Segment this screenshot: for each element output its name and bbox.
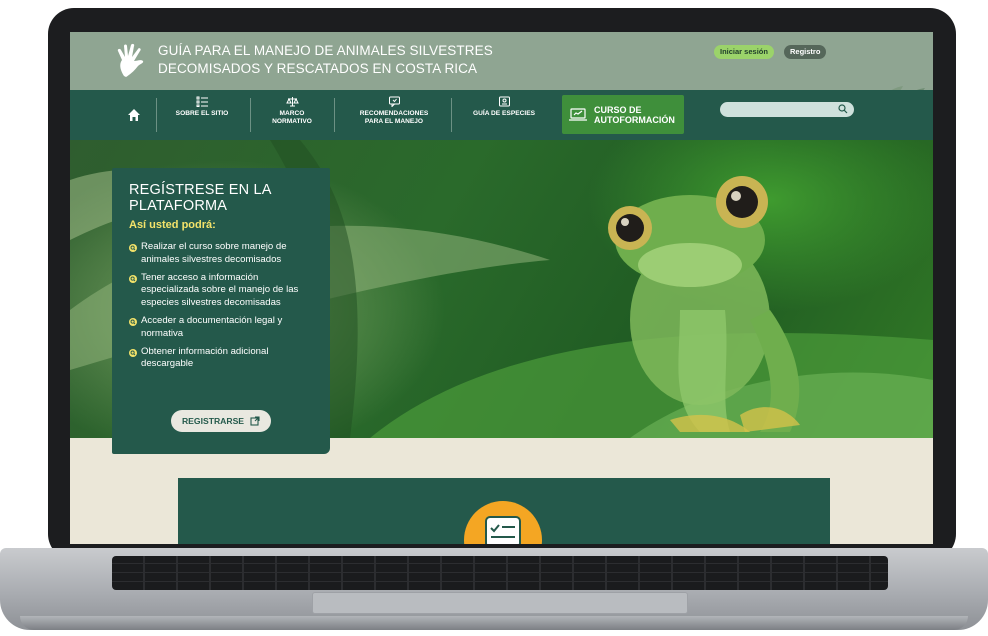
login-button[interactable]: Iniciar sesión	[714, 45, 774, 59]
search-bullet-icon	[129, 317, 137, 326]
registrarse-button[interactable]: REGISTRARSE	[171, 410, 271, 432]
laptop-trackpad	[312, 592, 688, 614]
nav-item-guia-de-especies[interactable]: GUÍA DE ESPECIES	[462, 96, 546, 134]
site-header: GUÍA PARA EL MANEJO DE ANIMALES SILVESTR…	[70, 32, 933, 110]
id-card-icon	[498, 96, 510, 107]
benefit-text: Realizar el curso sobre manejo de animal…	[141, 241, 287, 265]
benefits-list: Realizar el curso sobre manejo de animal…	[129, 241, 316, 371]
site-title[interactable]: GUÍA PARA EL MANEJO DE ANIMALES SILVESTR…	[158, 42, 493, 78]
benefit-item: Acceder a documentación legal y normativ…	[129, 315, 316, 341]
nav-separator	[250, 98, 251, 132]
laptop-icon	[569, 107, 587, 121]
register-promo-card: REGÍSTRESE EN LA PLATAFORMA Así usted po…	[112, 168, 330, 454]
curso-autoformacion-button[interactable]: CURSO DE AUTOFORMACIÓN	[562, 95, 684, 134]
nav-item-label-2: NORMATIVO	[272, 118, 312, 125]
search-icon[interactable]	[838, 104, 848, 114]
registrarse-label: REGISTRARSE	[181, 416, 245, 426]
benefit-text: Acceder a documentación legal y normativ…	[141, 314, 283, 339]
scales-icon	[285, 97, 299, 107]
site-title-line1: GUÍA PARA EL MANEJO DE ANIMALES SILVESTR…	[158, 43, 493, 58]
search-bar	[720, 102, 854, 117]
nav-item-label: SOBRE EL SITIO	[175, 110, 229, 117]
site-title-line2: DECOMISADOS Y RESCATADOS EN COSTA RICA	[158, 61, 478, 76]
promo-title-line1: REGÍSTRESE EN LA	[129, 182, 272, 198]
benefit-text: Obtener información adicional descargabl…	[141, 345, 269, 370]
hand-leaf-icon	[117, 43, 144, 77]
benefit-item: Tener acceso a información especializada…	[129, 272, 316, 310]
laptop-keyboard	[112, 556, 888, 590]
benefit-item: Obtener información adicional descargabl…	[129, 346, 316, 372]
promo-title-line2: PLATAFORMA	[129, 198, 228, 214]
nav-separator	[451, 98, 452, 132]
nav-item-marco-normativo[interactable]: MARCO NORMATIVO	[256, 96, 328, 134]
cta-label-line2: AUTOFORMACIÓN	[594, 114, 675, 125]
nav-separator	[156, 98, 157, 132]
chat-icon	[388, 96, 400, 107]
main-navbar: SOBRE EL SITIO MARCO NORMATIVO RECOMENDA…	[70, 90, 933, 140]
nav-item-label-2: PARA EL MANEJO	[364, 118, 424, 125]
home-icon[interactable]	[126, 107, 142, 123]
cta-label: CURSO DE AUTOFORMACIÓN	[594, 105, 675, 125]
benefit-item: Realizar el curso sobre manejo de animal…	[129, 241, 316, 267]
nav-separator	[334, 98, 335, 132]
search-bullet-icon	[129, 274, 137, 283]
nav-item-recomendaciones[interactable]: RECOMENDACIONES PARA EL MANEJO	[346, 96, 442, 134]
laptop-mockup: GUÍA PARA EL MANEJO DE ANIMALES SILVESTR…	[0, 0, 988, 636]
glass-frog-image	[608, 176, 800, 432]
search-bullet-icon	[129, 348, 137, 357]
nav-item-label: MARCO	[279, 110, 305, 117]
list-icon	[196, 96, 208, 107]
external-link-icon	[250, 416, 260, 426]
benefit-text: Tener acceso a información especializada…	[141, 271, 299, 309]
nav-item-label: GUÍA DE ESPECIES	[472, 110, 536, 117]
nav-item-sobre-el-sitio[interactable]: SOBRE EL SITIO	[166, 96, 238, 134]
cta-label-line1: CURSO DE	[594, 104, 642, 115]
nav-item-label: RECOMENDACIONES	[359, 110, 429, 117]
register-button[interactable]: Registro	[784, 45, 827, 59]
promo-subtitle: Así usted podrá:	[129, 219, 216, 231]
search-bullet-icon	[129, 244, 137, 252]
laptop-front-edge	[20, 616, 968, 630]
promo-title: REGÍSTRESE EN LA PLATAFORMA	[129, 182, 316, 214]
search-input[interactable]	[728, 102, 838, 117]
